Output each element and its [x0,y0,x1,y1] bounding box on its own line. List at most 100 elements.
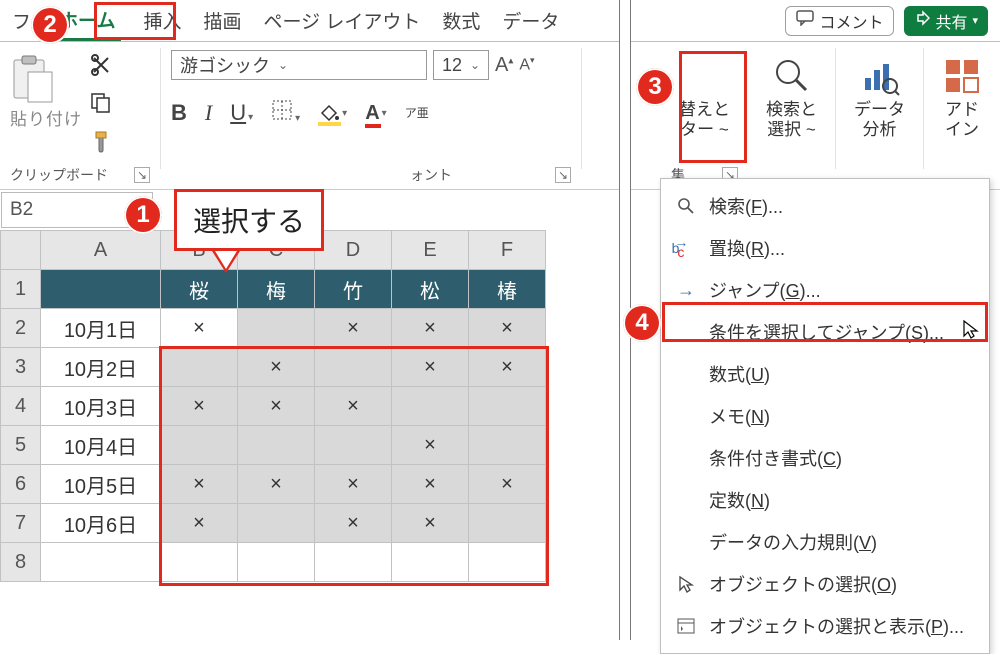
addins-button[interactable]: アドイン [934,50,990,141]
italic-button[interactable]: I [205,100,212,126]
menu-cond-format[interactable]: 条件付き書式(C) [661,437,989,479]
cell[interactable]: × [392,426,469,465]
tab-insert[interactable]: 挿入 [143,0,181,41]
underline-button[interactable]: U▾ [230,100,253,126]
font-name-combo[interactable]: 游ゴシック ⌄ [171,50,427,80]
row-header[interactable]: 3 [1,348,41,387]
cell[interactable] [469,387,546,426]
cell[interactable] [161,348,238,387]
cell[interactable] [315,348,392,387]
share-button[interactable]: 共有 ▾ [904,6,988,36]
paste-button[interactable]: 貼り付け [10,50,82,130]
borders-button[interactable]: ▾ [271,99,300,127]
tab-file[interactable]: フ [12,0,31,41]
menu-data-validation[interactable]: データの入力規則(V) [661,521,989,563]
cell[interactable]: × [392,504,469,543]
cut-button[interactable] [90,54,112,82]
cell[interactable]: × [161,309,238,348]
cell[interactable]: × [392,348,469,387]
cell[interactable]: 竹 [315,270,392,309]
menu-find[interactable]: 検索(F)... [661,185,989,227]
cell[interactable] [238,426,315,465]
sort-filter-button[interactable]: 替えとター ~ [671,94,738,141]
cell[interactable] [315,426,392,465]
row-header[interactable]: 7 [1,504,41,543]
clipboard-launcher[interactable]: ↘ [134,167,150,183]
cell[interactable]: 10月3日 [41,387,161,426]
cell[interactable]: × [238,465,315,504]
cell[interactable]: 松 [392,270,469,309]
col-header[interactable]: D [315,231,392,270]
cell[interactable]: × [315,504,392,543]
cell[interactable]: × [315,465,392,504]
menu-select-objects[interactable]: オブジェクトの選択(O) [661,563,989,605]
cell[interactable]: 10月5日 [41,465,161,504]
tab-page-layout[interactable]: ページ レイアウト [263,0,420,41]
tab-draw[interactable]: 描画 [203,0,241,41]
cell[interactable] [469,504,546,543]
copy-button[interactable] [90,92,112,120]
cell[interactable]: 10月2日 [41,348,161,387]
cell[interactable]: × [392,309,469,348]
tab-data[interactable]: データ [502,0,559,41]
cell[interactable] [161,426,238,465]
cell[interactable] [392,387,469,426]
cell[interactable] [315,543,392,582]
bold-button[interactable]: B [171,100,187,126]
data-analysis-button[interactable]: データ分析 [846,50,913,141]
cell[interactable] [238,504,315,543]
comments-button[interactable]: コメント [785,6,894,36]
font-launcher[interactable]: ↘ [555,167,571,183]
format-painter-button[interactable] [90,130,112,160]
fill-color-button[interactable]: ▾ [318,103,347,123]
cell[interactable]: × [469,348,546,387]
mouse-cursor-icon [962,319,980,344]
cell[interactable]: × [161,387,238,426]
col-header[interactable]: F [469,231,546,270]
shrink-font-button[interactable]: A▾ [519,55,534,74]
col-header[interactable]: E [392,231,469,270]
cell[interactable] [41,270,161,309]
menu-replace[interactable]: bc→ 置換(R)... [661,227,989,269]
cell[interactable] [469,543,546,582]
cell[interactable]: 10月6日 [41,504,161,543]
cell[interactable]: 10月1日 [41,309,161,348]
font-size-combo[interactable]: 12 ⌄ [433,50,489,80]
menu-goto-special[interactable]: 条件を選択してジャンプ(S)... [661,311,989,353]
cell[interactable]: × [238,387,315,426]
menu-formulas[interactable]: 数式(U) [661,353,989,395]
cell[interactable] [238,543,315,582]
cell[interactable]: × [392,465,469,504]
cell[interactable]: × [315,309,392,348]
row-header[interactable]: 2 [1,309,41,348]
cell[interactable]: × [469,465,546,504]
find-select-button[interactable]: 検索と選択 ~ [758,50,825,141]
font-color-button[interactable]: A ▾ [365,102,386,125]
tab-formulas[interactable]: 数式 [442,0,480,41]
menu-selection-pane[interactable]: オブジェクトの選択と表示(P)... [661,605,989,647]
cell[interactable] [238,309,315,348]
col-header[interactable]: A [41,231,161,270]
menu-constants[interactable]: 定数(N) [661,479,989,521]
row-header[interactable]: 5 [1,426,41,465]
select-all-corner[interactable] [1,231,41,270]
cell[interactable] [41,543,161,582]
phonetic-button[interactable]: ア亜 [405,107,429,119]
cell[interactable]: 椿 [469,270,546,309]
cell[interactable]: × [315,387,392,426]
menu-goto[interactable]: → ジャンプ(G)... [661,269,989,311]
grow-font-button[interactable]: A▴ [495,54,513,77]
cell[interactable] [392,543,469,582]
row-header[interactable]: 8 [1,543,41,582]
menu-notes[interactable]: メモ(N) [661,395,989,437]
cell[interactable]: × [238,348,315,387]
row-header[interactable]: 1 [1,270,41,309]
row-header[interactable]: 4 [1,387,41,426]
cell[interactable]: 10月4日 [41,426,161,465]
cell[interactable]: × [161,504,238,543]
cell[interactable]: × [469,309,546,348]
cell[interactable]: × [161,465,238,504]
cell[interactable] [469,426,546,465]
cell[interactable] [161,543,238,582]
row-header[interactable]: 6 [1,465,41,504]
